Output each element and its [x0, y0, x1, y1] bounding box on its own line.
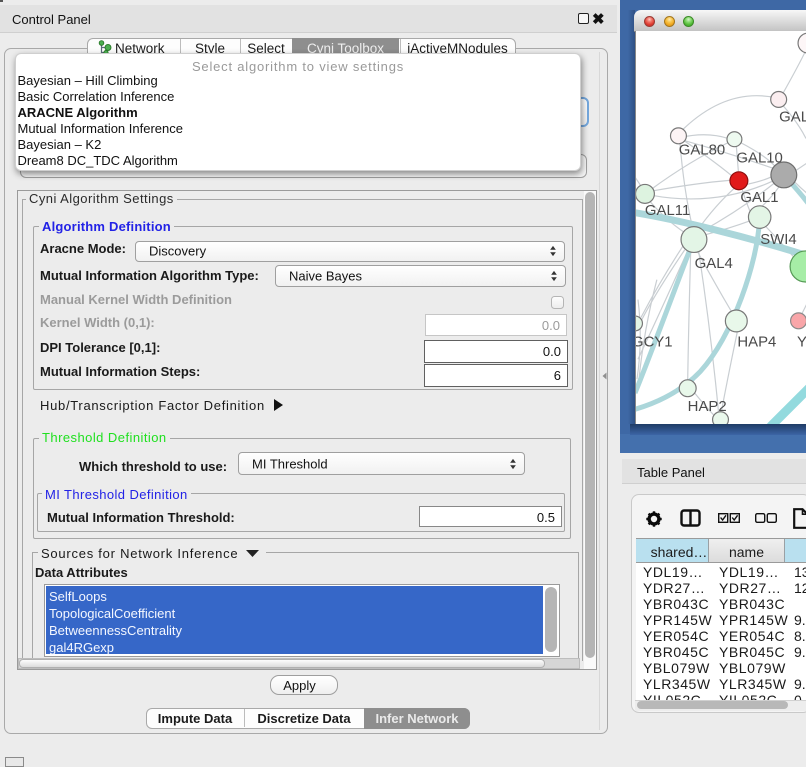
svg-text:GAL1: GAL1 [740, 190, 778, 206]
svg-text:GAL2: GAL2 [779, 110, 806, 126]
svg-text:GAL10: GAL10 [736, 150, 782, 166]
svg-text:HAP4: HAP4 [737, 334, 776, 350]
svg-text:GCY1: GCY1 [635, 334, 673, 350]
svg-text:GAL11: GAL11 [645, 203, 690, 219]
svg-text:HAP2: HAP2 [688, 399, 727, 415]
svg-text:GAL4: GAL4 [695, 256, 733, 272]
svg-text:GAL80: GAL80 [679, 142, 725, 158]
svg-text:SWI4: SWI4 [760, 232, 796, 248]
svg-text:Y: Y [797, 334, 806, 350]
